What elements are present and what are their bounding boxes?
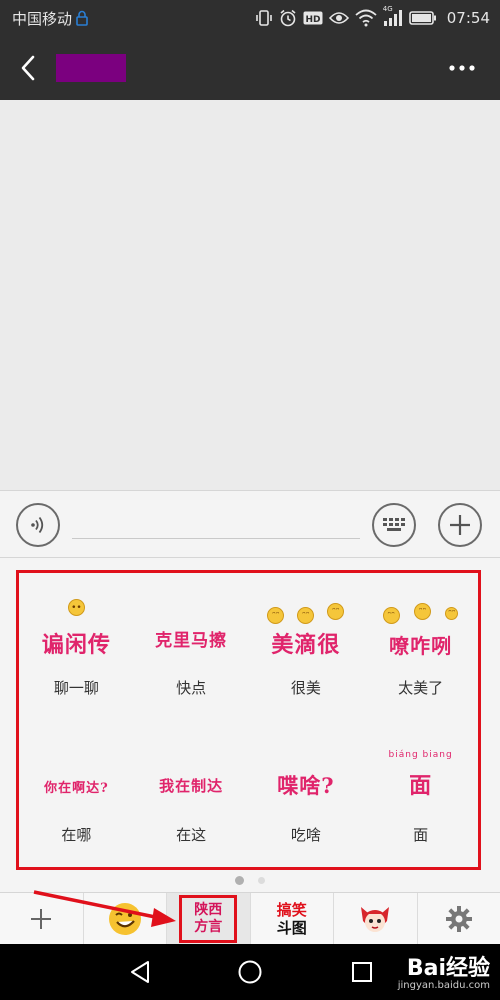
- sticker-image: 喋啥?: [277, 754, 334, 806]
- emoji-face-icon: ᵔᵔ: [414, 603, 432, 620]
- input-bar: [0, 490, 500, 558]
- funny-tab-label-line1: 搞笑: [276, 901, 307, 919]
- carrier-label: 中国移动: [12, 9, 73, 28]
- message-input[interactable]: [72, 509, 360, 539]
- sticker-label: 快点: [176, 679, 207, 697]
- sticker-pinyin: biáng biang: [388, 750, 453, 760]
- tab-settings[interactable]: [418, 893, 500, 945]
- keyboard-icon: [383, 518, 405, 531]
- sticker-art-text: 谝闲传: [41, 632, 111, 658]
- chevron-left-icon: [21, 55, 35, 81]
- tab-character-stickers[interactable]: [334, 893, 418, 945]
- sticker-art-text: 嘹咋咧: [389, 634, 453, 658]
- nav-back-button[interactable]: [126, 958, 154, 986]
- sticker-label: 吃啥: [290, 826, 321, 844]
- emoji-face-icon: ••: [67, 599, 85, 616]
- sticker-label: 在这: [176, 826, 207, 844]
- sticker-image: 克里马擦: [155, 607, 227, 659]
- triangle-back-icon: [131, 961, 149, 983]
- sticker-panel: •• 谝闲传 聊一聊 克里马擦 快点 ᵔᵔ ᵔᵔ ᵔᵔ 美滴很 很美 ᵔᵔ ᵔᵔ…: [0, 558, 500, 892]
- sticker-art-text: 你在啊达?: [44, 781, 109, 796]
- sticker-art-text: 面: [409, 773, 433, 799]
- sticker-item[interactable]: 我在制达 在这: [134, 720, 249, 867]
- voice-icon: [31, 516, 44, 534]
- chat-title-redacted: [56, 54, 126, 82]
- sticker-label: 面: [413, 826, 429, 844]
- dialect-tab-label-line2: 方言: [194, 919, 223, 935]
- emoji-face-icon: ᵔᵔ: [267, 607, 285, 624]
- signal-icon: 4G: [383, 5, 403, 27]
- sticker-item[interactable]: 喋啥? 吃啥: [249, 720, 364, 867]
- sticker-image: 我在制达: [159, 754, 223, 806]
- watermark-sub: jingyan.baidu.com: [397, 980, 490, 991]
- battery-icon: [408, 9, 437, 27]
- sticker-image: biáng biang 面: [376, 750, 466, 806]
- emoji-face-icon: ᵔᵔ: [445, 607, 459, 620]
- sticker-item[interactable]: ᵔᵔ ᵔᵔ ᵔᵔ 嘹咋咧 太美了: [363, 573, 478, 720]
- gear-icon: [445, 906, 472, 932]
- app-bar: [0, 36, 500, 100]
- annotation-arrow: [33, 890, 176, 927]
- page-dot-active: [235, 876, 244, 885]
- sticker-item[interactable]: ᵔᵔ ᵔᵔ ᵔᵔ 美滴很 很美: [249, 573, 364, 720]
- status-right: HD 4G 07:54: [255, 5, 490, 27]
- system-nav-bar: Bai经验 jingyan.baidu.com: [0, 944, 500, 1000]
- sticker-art-text: 美滴很: [271, 632, 341, 658]
- chat-message-area[interactable]: [0, 100, 500, 490]
- sticker-label: 在哪: [61, 826, 92, 844]
- more-functions-button[interactable]: [438, 503, 482, 547]
- eye-icon: [328, 9, 349, 27]
- cartoon-fox-icon: [361, 907, 390, 932]
- dialect-tab-label-line1: 陕西: [194, 902, 223, 918]
- lock-icon: [76, 9, 88, 27]
- sticker-image: ᵔᵔ ᵔᵔ ᵔᵔ 嘹咋咧: [376, 603, 466, 659]
- clock-time: 07:54: [446, 9, 490, 27]
- sticker-art-text: 喋啥?: [277, 773, 335, 798]
- more-dots-icon: [449, 65, 475, 71]
- svg-text:HD: HD: [305, 15, 320, 25]
- wifi-icon: [355, 9, 377, 27]
- sticker-image: 你在啊达?: [44, 754, 109, 806]
- emoji-face-icon: ᵔᵔ: [382, 607, 400, 624]
- square-recents-icon: [352, 962, 372, 982]
- keyboard-button[interactable]: [372, 503, 416, 547]
- emoji-face-icon: ᵔᵔ: [297, 607, 315, 624]
- voice-input-button[interactable]: [16, 503, 60, 547]
- sticker-label: 太美了: [398, 679, 444, 697]
- sticker-label: 很美: [290, 679, 321, 697]
- back-button[interactable]: [0, 36, 56, 100]
- tab-funny-stickers[interactable]: 搞笑 斗图: [251, 893, 334, 945]
- circle-home-icon: [238, 960, 262, 984]
- status-left: 中国移动: [12, 8, 88, 29]
- sticker-item[interactable]: •• 谝闲传 聊一聊: [19, 573, 134, 720]
- page-dot: [258, 877, 265, 884]
- sticker-art-text: 克里马擦: [155, 631, 228, 651]
- watermark-logo: Bai经验 jingyan.baidu.com: [398, 950, 490, 991]
- sticker-label: 聊一聊: [53, 679, 99, 697]
- status-bar: 中国移动 HD 4G 07:54: [0, 0, 500, 36]
- dialect-tab-highlight: 陕西 方言: [179, 895, 238, 943]
- sticker-item[interactable]: biáng biang 面 面: [363, 720, 478, 867]
- vibrate-icon: [255, 9, 273, 27]
- sticker-art-text: 我在制达: [159, 777, 224, 795]
- watermark-main: Bai经验: [406, 956, 490, 981]
- plus-icon: [450, 515, 470, 535]
- sticker-image: ᵔᵔ ᵔᵔ ᵔᵔ 美滴很: [261, 603, 351, 659]
- sticker-grid: •• 谝闲传 聊一聊 克里马擦 快点 ᵔᵔ ᵔᵔ ᵔᵔ 美滴很 很美 ᵔᵔ ᵔᵔ…: [19, 573, 478, 867]
- sticker-item[interactable]: 你在啊达? 在哪: [19, 720, 134, 867]
- sticker-image: •• 谝闲传: [31, 599, 121, 659]
- sticker-item[interactable]: 克里马擦 快点: [134, 573, 249, 720]
- more-button[interactable]: [442, 56, 482, 80]
- nav-home-button[interactable]: [236, 958, 264, 986]
- sticker-grid-highlight: •• 谝闲传 聊一聊 克里马擦 快点 ᵔᵔ ᵔᵔ ᵔᵔ 美滴很 很美 ᵔᵔ ᵔᵔ…: [16, 570, 481, 870]
- emoji-face-icon: ᵔᵔ: [327, 603, 345, 620]
- alarm-icon: [279, 9, 297, 27]
- hd-icon: HD: [303, 9, 323, 27]
- network-type-label: 4G: [382, 5, 393, 13]
- funny-tab-label-line2: 斗图: [276, 919, 307, 937]
- nav-recents-button[interactable]: [348, 958, 376, 986]
